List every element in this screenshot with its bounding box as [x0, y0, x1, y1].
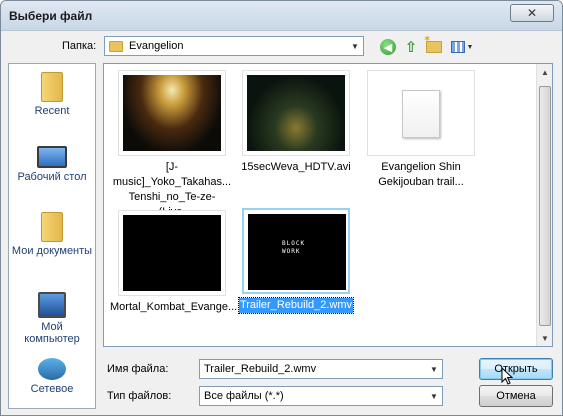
place-label: Recent	[34, 105, 70, 117]
cancel-button[interactable]: Отмена	[479, 385, 553, 407]
chevron-down-icon: ▼	[466, 43, 474, 51]
new-folder-button[interactable]	[423, 34, 443, 56]
concert-video-thumbnail	[123, 75, 221, 151]
view-menu-icon	[450, 41, 465, 53]
filename-value: Trailer_Rebuild_2.wmv	[204, 363, 317, 375]
file-name: Evangelion Shin Gekijouban trail...	[378, 161, 464, 188]
filetype-select[interactable]: Все файлы (*.*) ▼	[199, 386, 443, 406]
file-item[interactable]: Evangelion Shin Gekijouban trail...	[359, 70, 483, 190]
filetype-label: Тип файлов:	[107, 390, 172, 402]
look-in-value: Evangelion	[129, 40, 184, 52]
file-thumbnail-frame	[367, 70, 475, 156]
file-thumbnail-frame	[118, 210, 226, 296]
look-in-label: Папка:	[62, 40, 97, 52]
file-name: Trailer_Rebuild_2.wmv	[237, 297, 355, 314]
file-item-selected[interactable]: BLOCK WORK Trailer_Rebuild_2.wmv	[234, 208, 358, 314]
up-folder-icon: ⇧	[404, 39, 418, 56]
new-folder-icon	[423, 34, 442, 53]
close-icon: ✕	[526, 6, 538, 20]
scroll-down-arrow-icon[interactable]: ▼	[537, 330, 552, 346]
vertical-scrollbar[interactable]: ▲ ▼	[536, 64, 552, 346]
filetype-value: Все файлы (*.*)	[204, 390, 284, 402]
file-name: 15secWeva_HDTV.avi	[241, 161, 351, 173]
place-recent[interactable]: Recent	[9, 72, 95, 117]
chevron-down-icon[interactable]: ▼	[426, 387, 442, 405]
dialog-title: Выбери файл	[9, 9, 93, 23]
places-bar: Recent Рабочий стол Мои документы Мой ко…	[8, 63, 96, 409]
place-label: Мой компьютер	[24, 321, 80, 345]
place-computer[interactable]: Мой компьютер	[9, 292, 95, 345]
place-network[interactable]: Сетевое	[9, 358, 95, 395]
file-thumbnail-frame	[242, 70, 350, 156]
place-documents[interactable]: Мои документы	[9, 212, 95, 257]
logo-video-thumbnail: BLOCK WORK	[248, 214, 346, 290]
file-thumbnail-frame: BLOCK WORK	[242, 208, 350, 294]
title-bar[interactable]: Выбери файл ✕	[1, 1, 562, 31]
open-file-dialog: Выбери файл ✕ Папка: Evangelion ▼ ◀ ⇧ ▼ …	[0, 0, 563, 416]
filename-label: Имя файла:	[107, 363, 169, 375]
place-label: Рабочий стол	[17, 171, 87, 183]
file-name: Mortal_Kombat_Evange...	[110, 301, 238, 313]
chevron-down-icon[interactable]: ▼	[426, 360, 442, 378]
close-button[interactable]: ✕	[510, 4, 554, 22]
place-label: Мои документы	[11, 245, 93, 257]
logo-text: BLOCK WORK	[282, 240, 306, 255]
up-folder-button[interactable]: ⇧	[402, 38, 420, 56]
scroll-up-arrow-icon[interactable]: ▲	[537, 64, 552, 80]
back-button[interactable]: ◀	[379, 38, 397, 56]
mouse-cursor-icon	[501, 367, 513, 385]
documents-folder-icon	[41, 212, 63, 242]
file-item[interactable]: [J-music]_Yoko_Takahas... Tenshi_no_Te-z…	[110, 70, 234, 220]
place-desktop[interactable]: Рабочий стол	[9, 146, 95, 183]
desktop-icon	[37, 146, 67, 168]
view-menu-button[interactable]: ▼	[450, 38, 474, 56]
file-item[interactable]: Mortal_Kombat_Evange...	[110, 210, 238, 315]
file-list[interactable]: [J-music]_Yoko_Takahas... Tenshi_no_Te-z…	[103, 63, 553, 347]
place-label: Сетевое	[30, 383, 74, 395]
scrollbar-thumb[interactable]	[539, 86, 551, 326]
back-icon: ◀	[380, 39, 396, 55]
network-icon	[38, 358, 66, 380]
file-item[interactable]: 15secWeva_HDTV.avi	[234, 70, 358, 175]
file-thumbnail-frame	[118, 70, 226, 156]
document-icon	[402, 90, 440, 138]
look-in-dropdown[interactable]: Evangelion ▼	[104, 36, 364, 56]
anime-video-thumbnail	[247, 75, 345, 151]
chevron-down-icon[interactable]: ▼	[347, 37, 363, 55]
open-button[interactable]: Открыть	[479, 358, 553, 380]
black-video-thumbnail	[123, 215, 221, 291]
folder-icon	[109, 40, 123, 52]
filename-input[interactable]: Trailer_Rebuild_2.wmv ▼	[199, 359, 443, 379]
recent-folder-icon	[41, 72, 63, 102]
computer-icon	[38, 292, 66, 318]
